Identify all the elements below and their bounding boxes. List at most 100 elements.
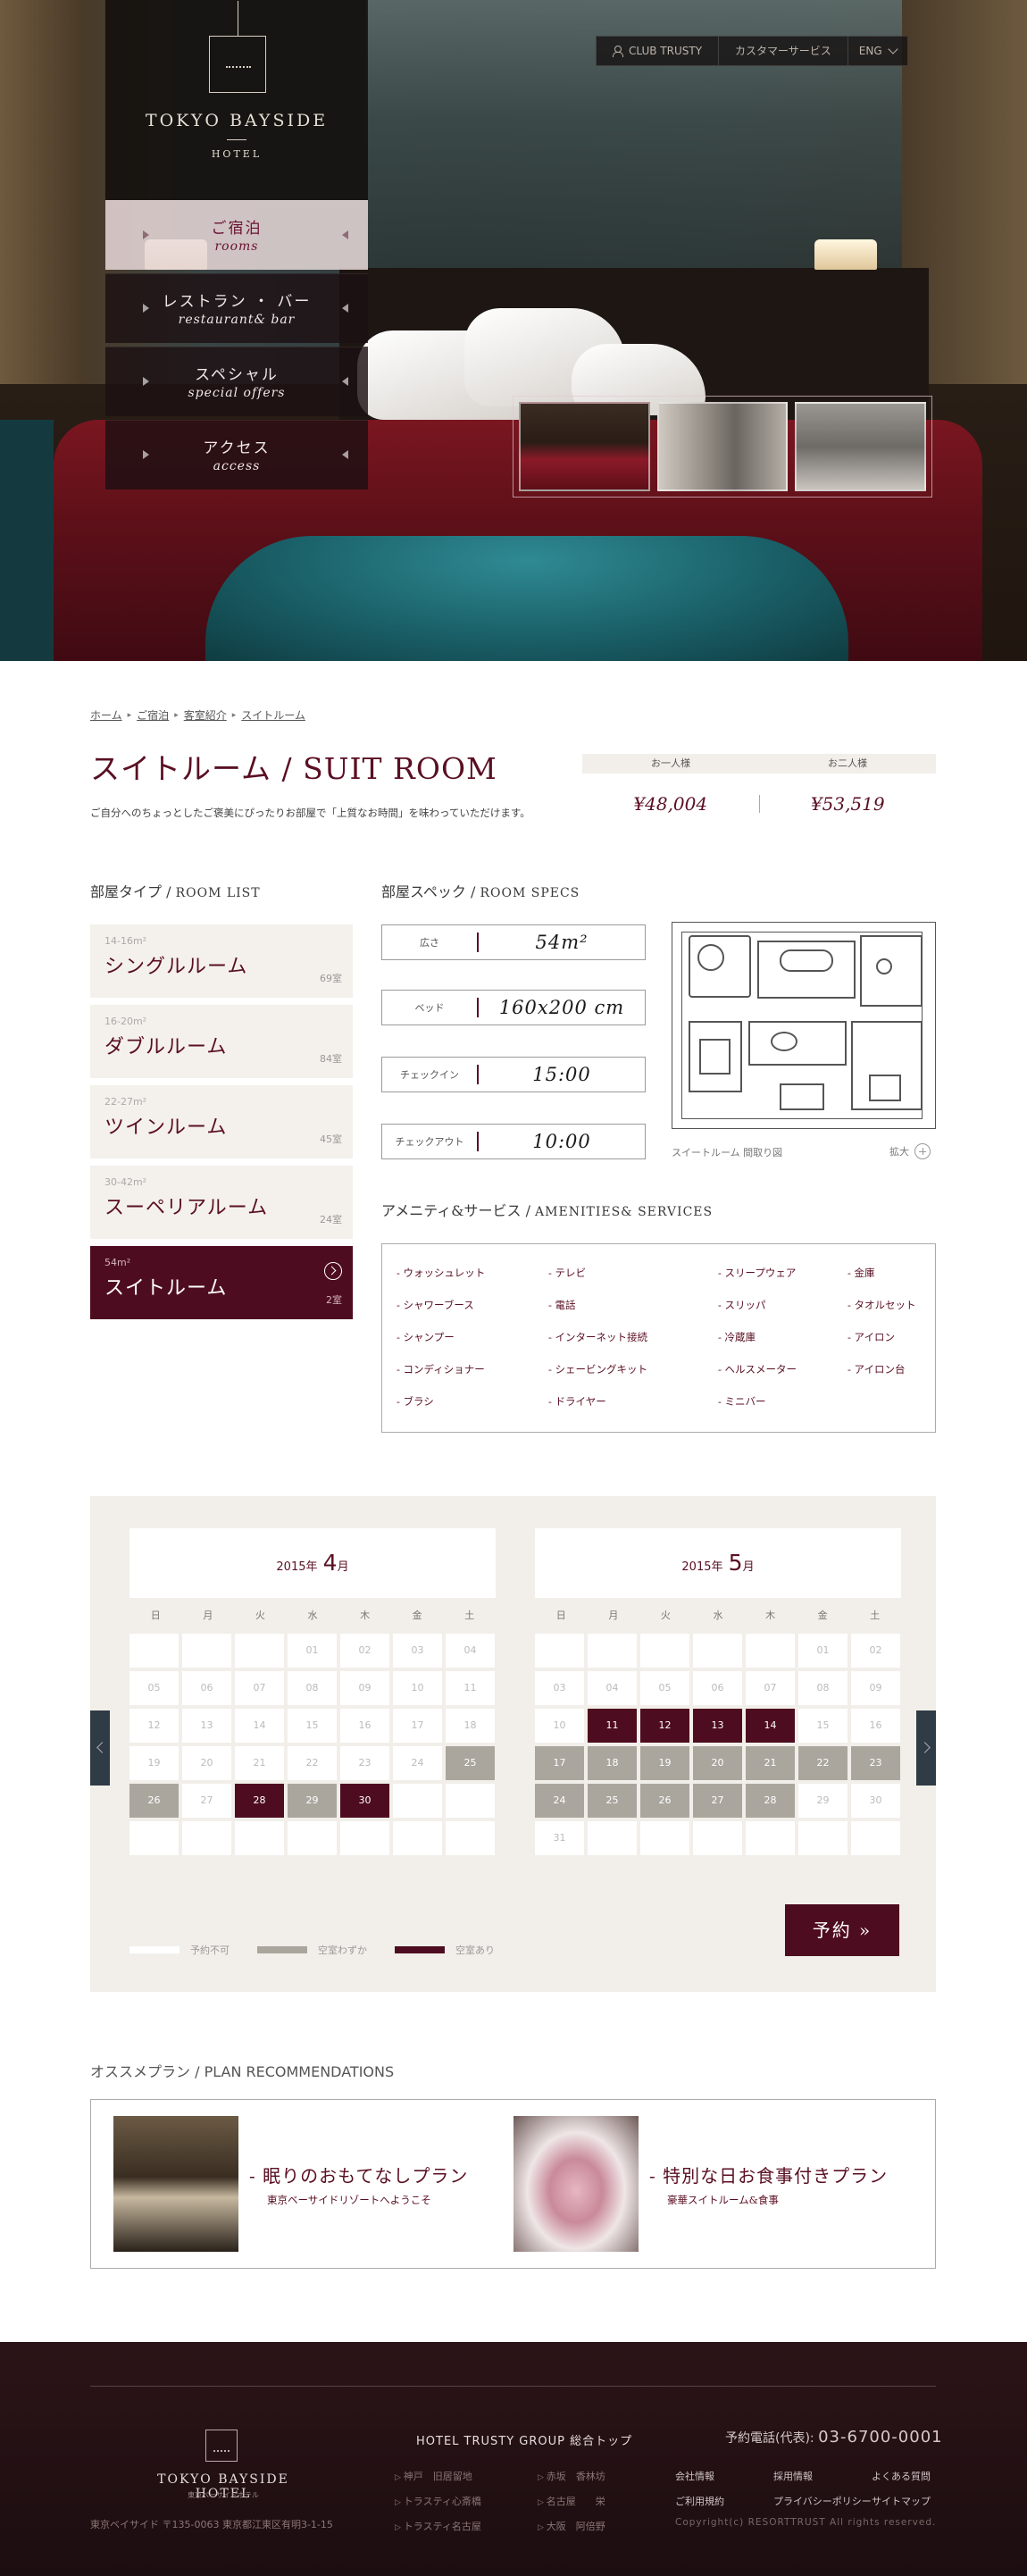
calendar-day[interactable]: 24: [535, 1784, 584, 1818]
room-item-single[interactable]: 14-16m² シングルルーム 69室: [90, 924, 353, 998]
calendar-day[interactable]: 19: [640, 1746, 689, 1780]
hotel-logo[interactable]: TOKYO BAYSIDE HOTEL: [105, 0, 368, 200]
calendar-day: 29: [798, 1784, 847, 1818]
club-trusty-link[interactable]: CLUB TRUSTY: [597, 37, 720, 65]
footer-link[interactable]: 赤坂 香林坊: [538, 2469, 663, 2483]
room-item-double[interactable]: 16-20m² ダブルルーム 84室: [90, 1005, 353, 1078]
calendar-day: 18: [446, 1709, 495, 1743]
footer-nav-privacy[interactable]: プライバシーポリシー: [773, 2494, 872, 2508]
plan-card-dinner[interactable]: - 特別な日お食事付きプラン 豪華スイトルーム&食事: [514, 2116, 888, 2252]
calendar-day: 23: [340, 1746, 389, 1780]
thumbnail-living[interactable]: [656, 402, 789, 491]
group-top-link[interactable]: HOTEL TRUSTY GROUP 総合トップ: [416, 2431, 632, 2448]
zoom-button[interactable]: 拡大: [889, 1143, 931, 1159]
plan-image: [514, 2116, 639, 2252]
nav-special-offers[interactable]: スペシャル special offers: [105, 347, 368, 416]
footer-link[interactable]: 大阪 阿倍野: [538, 2519, 663, 2533]
calendar-day: 15: [288, 1709, 337, 1743]
footer-nav-terms[interactable]: ご利用規約: [675, 2494, 773, 2508]
amenity-item: - ブラシ: [397, 1395, 434, 1408]
calendar-day[interactable]: 25: [588, 1784, 637, 1818]
nav-restaurant[interactable]: レストラン ・ バー restaurant& bar: [105, 273, 368, 343]
calendar-empty-cell: [393, 1821, 442, 1855]
calendar-day[interactable]: 17: [535, 1746, 584, 1780]
amenity-item: - ウォッシュレット: [397, 1267, 486, 1279]
logo-title: TOKYO BAYSIDE: [145, 111, 329, 130]
calendar-day[interactable]: 29: [288, 1784, 337, 1818]
price-table: お一人様 お二人様 ¥48,004 ¥53,519: [582, 754, 936, 834]
amenity-item: - シャンプー: [397, 1331, 455, 1343]
book-button[interactable]: 予約 »: [785, 1904, 899, 1956]
calendar-day: 04: [446, 1634, 495, 1668]
thumbnail-bedroom[interactable]: [519, 402, 650, 491]
calendar-day: 02: [851, 1634, 900, 1668]
footer-nav-company[interactable]: 会社情報: [675, 2469, 773, 2483]
top-utility-bar: CLUB TRUSTY カスタマーサービス ENG: [596, 36, 908, 66]
calendar-day[interactable]: 14: [746, 1709, 795, 1743]
nav-rooms[interactable]: ご宿泊 rooms: [105, 200, 368, 270]
calendar-day[interactable]: 12: [640, 1709, 689, 1743]
footer-link[interactable]: トラスティ名古屋: [395, 2519, 538, 2533]
calendar-empty-cell: [182, 1634, 231, 1668]
amenity-item: - アイロン: [847, 1331, 895, 1343]
calendar-day[interactable]: 28: [235, 1784, 284, 1818]
calendar-may: 2015年 5月 日月火水木金土 01 02 03 04 05 06 07 08 09 10 11 1…: [535, 1528, 901, 1855]
calendar-day: 06: [182, 1671, 231, 1705]
plan-card-sleep[interactable]: - 眠りのおもてなしプラン 東京ベーサイドリゾートへようこそ: [113, 2116, 468, 2252]
reservation-phone: 予約電話(代表): 03-6700-0001: [725, 2428, 943, 2446]
calendar-day[interactable]: 11: [588, 1709, 637, 1743]
footer-nav-sitemap[interactable]: サイトマップ: [872, 2494, 943, 2508]
calendar-day[interactable]: 22: [798, 1746, 847, 1780]
calendar-day: 16: [851, 1709, 900, 1743]
calendar-day[interactable]: 13: [693, 1709, 742, 1743]
floor-plan-image[interactable]: [672, 922, 936, 1129]
calendar-day[interactable]: 27: [693, 1784, 742, 1818]
footer-nav-faq[interactable]: よくある質問: [872, 2469, 943, 2483]
weekday-label: 火: [255, 1610, 265, 1621]
language-select[interactable]: ENG: [848, 37, 907, 65]
calendar-day[interactable]: 21: [746, 1746, 795, 1780]
calendar-day: 01: [288, 1634, 337, 1668]
calendar-day: 27: [182, 1784, 231, 1818]
footer-link[interactable]: 神戸 旧居留地: [395, 2469, 538, 2483]
breadcrumb-home[interactable]: ホーム: [90, 707, 122, 723]
amenity-item: - アイロン台: [847, 1363, 906, 1376]
calendar-prev-button[interactable]: [90, 1710, 110, 1786]
footer-logo-icon[interactable]: [205, 2430, 238, 2462]
calendar-empty-cell: [693, 1634, 742, 1668]
weekday-label: 月: [203, 1610, 213, 1621]
customer-service-link[interactable]: カスタマーサービス: [719, 37, 848, 65]
room-item-superior[interactable]: 30-42m² スーペリアルーム 24室: [90, 1166, 353, 1239]
calendar-day[interactable]: 23: [851, 1746, 900, 1780]
amenity-item: - スリープウェア: [718, 1267, 797, 1279]
calendar-day: 10: [393, 1671, 442, 1705]
calendar-day[interactable]: 20: [693, 1746, 742, 1780]
calendar-day[interactable]: 26: [640, 1784, 689, 1818]
calendar-day[interactable]: 28: [746, 1784, 795, 1818]
breadcrumb-rooms[interactable]: 客室紹介: [184, 707, 227, 723]
thumbnail-bathroom[interactable]: [795, 402, 927, 491]
footer-address: 東京ベイサイド 〒135-0063 東京都江東区有明3-1-15: [90, 2519, 333, 2530]
weekday-label: 日: [555, 1610, 566, 1621]
room-item-suite[interactable]: 54m² スイトルーム 2室: [90, 1246, 353, 1319]
footer-link[interactable]: 名古屋 栄: [538, 2494, 663, 2508]
footer: TOKYO BAYSIDE HOTEL 東京ベーサイドホテル 東京ベイサイド 〒…: [0, 2342, 1027, 2576]
footer-nav-recruit[interactable]: 採用情報: [773, 2469, 872, 2483]
calendar-day[interactable]: 25: [446, 1746, 495, 1780]
calendar-empty-cell: [129, 1821, 179, 1855]
weekday-label: 金: [817, 1610, 828, 1621]
calendar-april: 2015年 4月 日月火水木金土 01 02 03 04 05 06 07 08 09 10 11 1…: [129, 1528, 496, 1855]
calendar-day: 24: [393, 1746, 442, 1780]
calendar-day[interactable]: 26: [129, 1784, 179, 1818]
calendar-empty-cell: [746, 1821, 795, 1855]
room-item-twin[interactable]: 22-27m² ツインルーム 45室: [90, 1085, 353, 1158]
calendar-empty-cell: [129, 1634, 179, 1668]
calendar-next-button[interactable]: [916, 1710, 936, 1786]
nav-access[interactable]: アクセス access: [105, 420, 368, 489]
calendar-day[interactable]: 18: [588, 1746, 637, 1780]
breadcrumb-current[interactable]: スイトルーム: [241, 707, 305, 723]
breadcrumb-stay[interactable]: ご宿泊: [137, 707, 169, 723]
footer-link[interactable]: トラスティ心斎橋: [395, 2494, 538, 2508]
calendar-day[interactable]: 30: [340, 1784, 389, 1818]
price-single: ¥48,004: [633, 793, 708, 815]
